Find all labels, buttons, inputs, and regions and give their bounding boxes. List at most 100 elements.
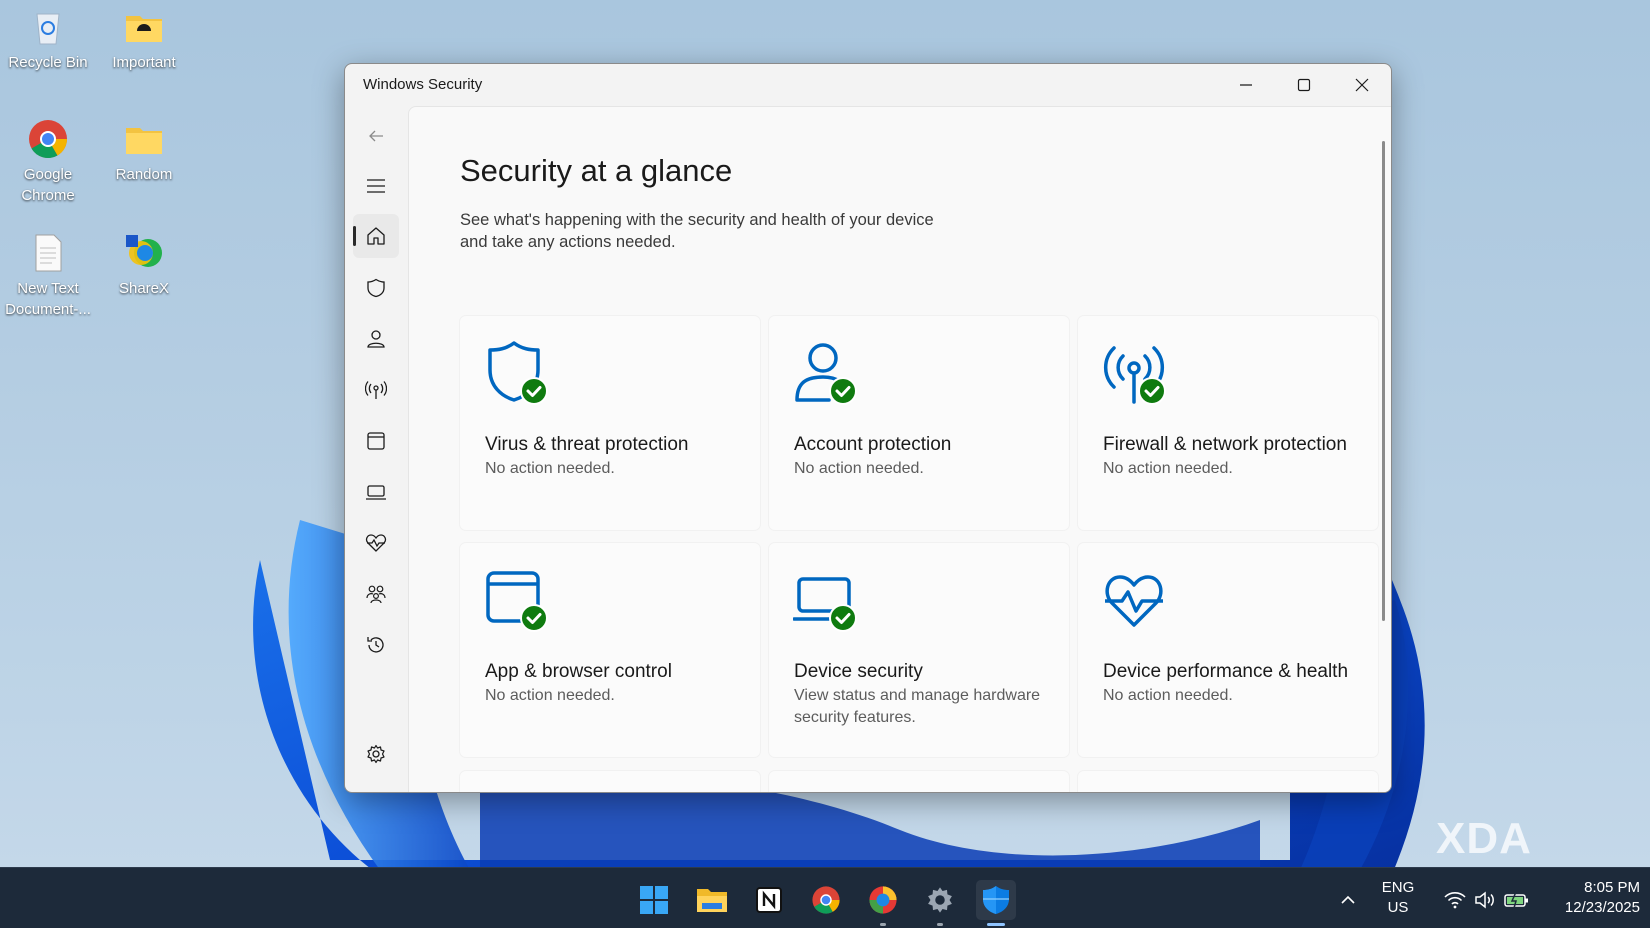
nav-device-performance[interactable] <box>353 521 399 565</box>
nav-account-protection[interactable] <box>353 317 399 361</box>
taskbar-file-explorer[interactable] <box>692 880 732 920</box>
chevron-up-icon <box>1341 895 1355 904</box>
card-title: Virus & threat protection No action neede… <box>485 432 735 480</box>
desktop-icon-label: New Text Document-... <box>5 280 91 318</box>
broadcast-icon <box>365 381 387 399</box>
start-icon <box>640 886 668 914</box>
card-title: Firewall & network protection No action n… <box>1103 432 1353 480</box>
maximize-button[interactable] <box>1275 64 1333 106</box>
card-status: No action needed. <box>1103 687 1233 704</box>
menu-button[interactable] <box>353 164 399 208</box>
nav-family-options[interactable] <box>353 572 399 616</box>
input-language[interactable]: ENG US <box>1376 878 1420 918</box>
region-code: US <box>1387 899 1409 916</box>
desktop-icon-label: ShareX <box>118 280 170 297</box>
nav-app-browser-control[interactable] <box>353 419 399 463</box>
show-hidden-icons-button[interactable] <box>1328 880 1368 920</box>
chrome-icon <box>27 118 69 160</box>
card-title: App & browser control No action needed. <box>485 659 735 707</box>
heart-pulse-icon <box>365 534 387 552</box>
notion-icon <box>756 887 782 913</box>
card-partial[interactable] <box>1078 771 1378 792</box>
folder-icon <box>123 118 165 160</box>
quick-settings-button[interactable] <box>1432 880 1542 920</box>
active-indicator <box>987 923 1005 926</box>
person-icon <box>367 330 385 348</box>
taskbar-settings[interactable] <box>920 880 960 926</box>
app-window-icon <box>367 432 385 450</box>
card-account-protection[interactable]: Account protection No action needed. <box>769 316 1069 530</box>
folder-icon <box>123 6 165 48</box>
page-title: Security at a glance <box>460 153 733 188</box>
running-indicator <box>880 923 886 926</box>
battery-charging-icon <box>1504 891 1528 909</box>
taskbar-windows-security[interactable] <box>976 880 1016 926</box>
start-button[interactable] <box>634 880 674 920</box>
card-status: No action needed. <box>1103 460 1233 477</box>
card-partial[interactable] <box>460 771 760 792</box>
card-status: No action needed. <box>485 687 615 704</box>
desktop-icon-recycle-bin[interactable]: Recycle Bin <box>0 6 96 73</box>
card-device-security[interactable]: Device security View status and manage ha… <box>769 543 1069 757</box>
heart-pulse-icon <box>1102 567 1166 633</box>
settings-icon <box>367 744 385 764</box>
taskbar-edge[interactable] <box>863 880 903 926</box>
wifi-icon <box>1444 892 1466 909</box>
clock[interactable]: 8:05 PM 12/23/2025 <box>1540 878 1640 918</box>
desktop-icon-label: Google Chrome <box>21 166 75 204</box>
nav-protection-history[interactable] <box>353 623 399 667</box>
main-content: Security at a glance See what's happenin… <box>408 106 1391 792</box>
card-status: No action needed. <box>485 460 615 477</box>
chrome-icon <box>812 886 840 914</box>
language-code: ENG <box>1381 879 1415 896</box>
card-title: Device security View status and manage ha… <box>794 659 1044 729</box>
window-title: Windows Security <box>363 76 483 93</box>
nav-virus-threat-protection[interactable] <box>353 266 399 310</box>
card-status: View status and manage hardware security… <box>794 687 1041 726</box>
page-subtitle: See what's happening with the security a… <box>460 211 934 251</box>
desktop-icon-label: Random <box>115 166 173 183</box>
volume-icon <box>1475 891 1494 909</box>
nav-device-security[interactable] <box>353 470 399 514</box>
back-button[interactable] <box>353 114 399 158</box>
recycle-bin-icon <box>27 6 69 48</box>
firewall-check-icon <box>1102 340 1166 406</box>
taskbar-chrome[interactable] <box>806 880 846 920</box>
desktop-icon-random[interactable]: Random <box>96 118 192 185</box>
title-bar[interactable]: Windows Security <box>345 64 1391 106</box>
file-explorer-icon <box>697 889 727 912</box>
card-device-performance-health[interactable]: Device performance & health No action nee… <box>1078 543 1378 757</box>
nav-settings[interactable] <box>353 732 399 776</box>
family-icon <box>366 585 386 604</box>
xda-watermark: XDA <box>1436 814 1532 863</box>
settings-icon <box>928 887 952 913</box>
card-app-browser-control[interactable]: App & browser control No action needed. <box>460 543 760 757</box>
clock-time: 8:05 PM <box>1584 879 1640 896</box>
card-partial[interactable] <box>769 771 1069 792</box>
edge-icon <box>869 886 897 914</box>
sharex-icon <box>123 232 165 274</box>
desktop-icon-google-chrome[interactable]: Google Chrome <box>0 118 96 206</box>
desktop-icon-important[interactable]: Important <box>96 6 192 73</box>
card-title: Device performance & health No action nee… <box>1103 659 1353 707</box>
desktop-icon-label: Important <box>112 54 176 71</box>
scrollbar[interactable] <box>1382 141 1385 621</box>
nav-home[interactable] <box>353 214 399 258</box>
device-check-icon <box>792 567 857 633</box>
running-indicator <box>937 923 943 926</box>
nav-firewall-network[interactable] <box>353 368 399 412</box>
minimize-button[interactable] <box>1217 64 1275 106</box>
windows-security-icon <box>983 886 1009 914</box>
minimize-icon <box>1240 84 1252 86</box>
taskbar-notion[interactable] <box>749 880 789 920</box>
clock-date: 12/23/2025 <box>1564 899 1640 916</box>
text-document-icon <box>27 232 69 274</box>
desktop-icon-new-text-document[interactable]: New Text Document-... <box>0 232 96 320</box>
browser-check-icon <box>484 567 548 633</box>
close-button[interactable] <box>1333 64 1391 106</box>
menu-icon <box>367 179 385 193</box>
desktop-icon-sharex[interactable]: ShareX <box>96 232 192 299</box>
card-firewall-network-protection[interactable]: Firewall & network protection No action n… <box>1078 316 1378 530</box>
card-title: Account protection No action needed. <box>794 432 1044 480</box>
card-virus-threat-protection[interactable]: Virus & threat protection No action neede… <box>460 316 760 530</box>
